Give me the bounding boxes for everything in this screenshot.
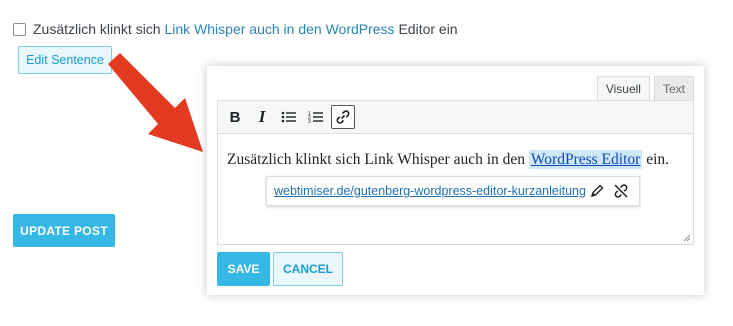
unlink-icon[interactable] (613, 183, 629, 199)
editor-tabs: Visuell Text (593, 76, 694, 100)
tab-text[interactable]: Text (653, 76, 694, 100)
numbered-list-button[interactable]: 1 2 3 (304, 105, 328, 129)
cancel-button[interactable]: CANCEL (273, 252, 343, 286)
pencil-icon[interactable] (589, 183, 605, 199)
edit-sentence-panel: Visuell Text B I 1 2 3 Zusätzlich klinkt… (207, 66, 704, 295)
bullet-list-icon (281, 111, 296, 123)
link-popup-url[interactable]: webtimiser.de/gutenberg-wordpress-editor… (274, 184, 586, 198)
resize-handle-icon[interactable] (681, 232, 691, 242)
link-button[interactable] (331, 105, 355, 129)
content-prefix: Zusätzlich klinkt sich Link Whisper auch… (227, 151, 526, 168)
bold-button[interactable]: B (223, 105, 247, 129)
editor-toolbar: B I 1 2 3 (218, 101, 693, 134)
rich-text-editor[interactable]: B I 1 2 3 Zusätzlich klinkt sich Link Wh… (217, 100, 694, 245)
numbered-list-icon: 1 2 3 (308, 111, 323, 124)
svg-text:3: 3 (308, 119, 311, 124)
editor-content[interactable]: Zusätzlich klinkt sich Link Whisper auch… (227, 150, 669, 169)
save-button[interactable]: SAVE (217, 252, 270, 286)
content-link[interactable]: WordPress Editor (528, 150, 643, 169)
tab-visual[interactable]: Visuell (596, 76, 650, 100)
link-icon (336, 110, 350, 124)
link-popup: webtimiser.de/gutenberg-wordpress-editor… (266, 176, 640, 206)
bullet-list-button[interactable] (277, 105, 301, 129)
content-suffix: ein. (646, 151, 669, 168)
italic-button[interactable]: I (250, 105, 274, 129)
